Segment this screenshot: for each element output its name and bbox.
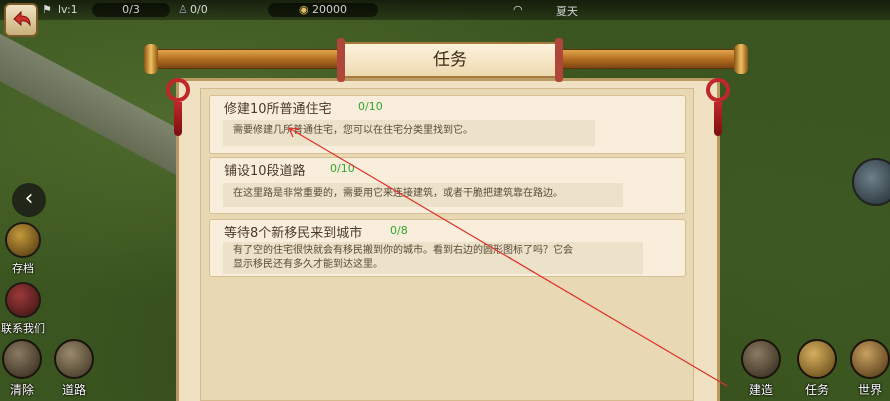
dialog-title: 任务	[337, 38, 563, 82]
back-button[interactable]	[4, 3, 38, 37]
chevron-left-icon: ‹	[24, 186, 34, 211]
scroll-icon	[797, 339, 837, 379]
level-label: lv:1	[58, 3, 78, 16]
quest-progress: 0/8	[390, 224, 408, 237]
road-label: 道路	[61, 383, 86, 397]
season-label: 夏天	[556, 5, 578, 18]
world-map-icon	[850, 339, 890, 379]
road-icon	[54, 339, 94, 379]
build-label: 建造	[748, 383, 773, 397]
road-button[interactable]: 道路	[54, 339, 94, 398]
population-counter: 0/3	[92, 3, 170, 17]
coin-icon: ◉	[298, 3, 309, 16]
quest-description-line: 在这里路是非常重要的，需要用它来连接建筑，或者干脆把建筑靠在路边。	[233, 188, 563, 199]
hammer-icon	[741, 339, 781, 379]
status-bar: ⚑ lv:1 0/3 ♙ 0/0 ◉ 20000 ◠ 夏天	[0, 0, 890, 20]
quest-description-line: 显示移民还有多久才能到达这里。	[233, 259, 383, 270]
quest-progress: 0/10	[330, 162, 355, 175]
save-button[interactable]: 存档	[4, 222, 42, 276]
tasks-label: 任务	[804, 383, 829, 397]
save-label: 存档	[12, 262, 34, 275]
rope-cap-left	[144, 44, 158, 74]
quest-description-line: 有了空的住宅很快就会有移民搬到你的城市。看到右边的圆形图标了吗？它会	[233, 245, 573, 256]
tassel-left	[174, 102, 182, 136]
chinese-knot-right-icon	[706, 78, 730, 102]
build-button[interactable]: 建造	[740, 339, 782, 398]
world-label: 世界	[857, 383, 882, 397]
quest-title: 等待8个新移民来到城市	[224, 226, 363, 241]
quest-title: 修建10所普通住宅	[224, 102, 332, 117]
fan-icon: ◠	[513, 3, 523, 16]
quest-description: 有了空的住宅很快就会有移民搬到你的城市。看到右边的圆形图标了吗？它会 显示移民还…	[223, 242, 643, 274]
workers-counter: 0/0	[190, 3, 208, 16]
rope-cap-right	[734, 44, 748, 74]
gold-counter: ◉ 20000	[268, 3, 378, 17]
tasks-button[interactable]: 任务	[796, 339, 838, 398]
world-button[interactable]: 世界	[850, 339, 890, 398]
worker-icon: ♙	[178, 3, 188, 16]
migrant-timer-icon[interactable]	[852, 158, 890, 206]
quest-description-line: 需要修建几所普通住宅，您可以在住宅分类里找到它。	[233, 125, 473, 136]
quest-progress: 0/10	[358, 100, 383, 113]
contact-label: 联系我们	[1, 322, 45, 335]
clear-button[interactable]: 清除	[2, 339, 42, 398]
contact-button[interactable]: 联系我们	[0, 282, 46, 336]
tassel-right	[714, 102, 722, 136]
gold-value: 20000	[312, 3, 348, 16]
sidebar-toggle-button[interactable]: ‹	[12, 183, 46, 217]
clear-label: 清除	[9, 383, 34, 397]
quest-title: 铺设10段道路	[224, 164, 306, 179]
book-icon	[5, 282, 41, 318]
quest-description: 需要修建几所普通住宅，您可以在住宅分类里找到它。	[223, 120, 595, 146]
level-icon: ⚑	[42, 3, 52, 16]
quest-item[interactable]: 铺设10段道路 0/10 在这里路是非常重要的，需要用它来连接建筑，或者干脆把建…	[209, 157, 686, 214]
quest-description: 在这里路是非常重要的，需要用它来连接建筑，或者干脆把建筑靠在路边。	[223, 183, 623, 207]
quest-item[interactable]: 等待8个新移民来到城市 0/8 有了空的住宅很快就会有移民搬到你的城市。看到右边…	[209, 219, 686, 277]
shovel-icon	[2, 339, 42, 379]
back-arrow-icon	[13, 10, 31, 27]
chest-icon	[5, 222, 41, 258]
quest-item[interactable]: 修建10所普通住宅 0/10 需要修建几所普通住宅，您可以在住宅分类里找到它。	[209, 95, 686, 154]
chinese-knot-left-icon	[166, 78, 190, 102]
